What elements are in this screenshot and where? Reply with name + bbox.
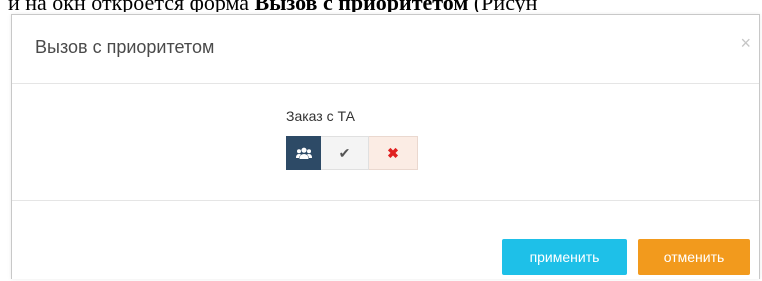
group-option-button[interactable]	[286, 136, 321, 170]
yes-option-button[interactable]: ✔	[321, 136, 369, 170]
cancel-button[interactable]: отменить	[638, 239, 750, 275]
dialog-header: Вызов с приоритетом ×	[12, 15, 759, 84]
order-with-ta-label: Заказ с ТА	[286, 108, 355, 124]
dialog-footer: применить отменить	[12, 201, 759, 281]
close-icon[interactable]: ×	[740, 34, 751, 52]
check-icon: ✔	[338, 144, 351, 161]
document-text: и на окн откроется форма Вызов с приорит…	[0, 0, 762, 12]
dialog-body: Заказ с ТА ✔ ✖	[12, 84, 759, 201]
cross-icon: ✖	[387, 144, 399, 161]
document-text-suffix: (Рисун	[468, 0, 538, 12]
priority-call-dialog: Вызов с приоритетом × Заказ с ТА ✔ ✖ при…	[11, 14, 760, 279]
group-icon	[295, 147, 312, 159]
order-with-ta-toggle-group: ✔ ✖	[286, 136, 418, 170]
document-text-prefix: и на окн откроется форма	[8, 0, 255, 12]
dialog-title: Вызов с приоритетом	[35, 37, 215, 57]
document-text-bold: Вызов с приоритетом	[255, 0, 469, 12]
apply-button[interactable]: применить	[502, 239, 627, 275]
no-option-button[interactable]: ✖	[369, 136, 418, 170]
